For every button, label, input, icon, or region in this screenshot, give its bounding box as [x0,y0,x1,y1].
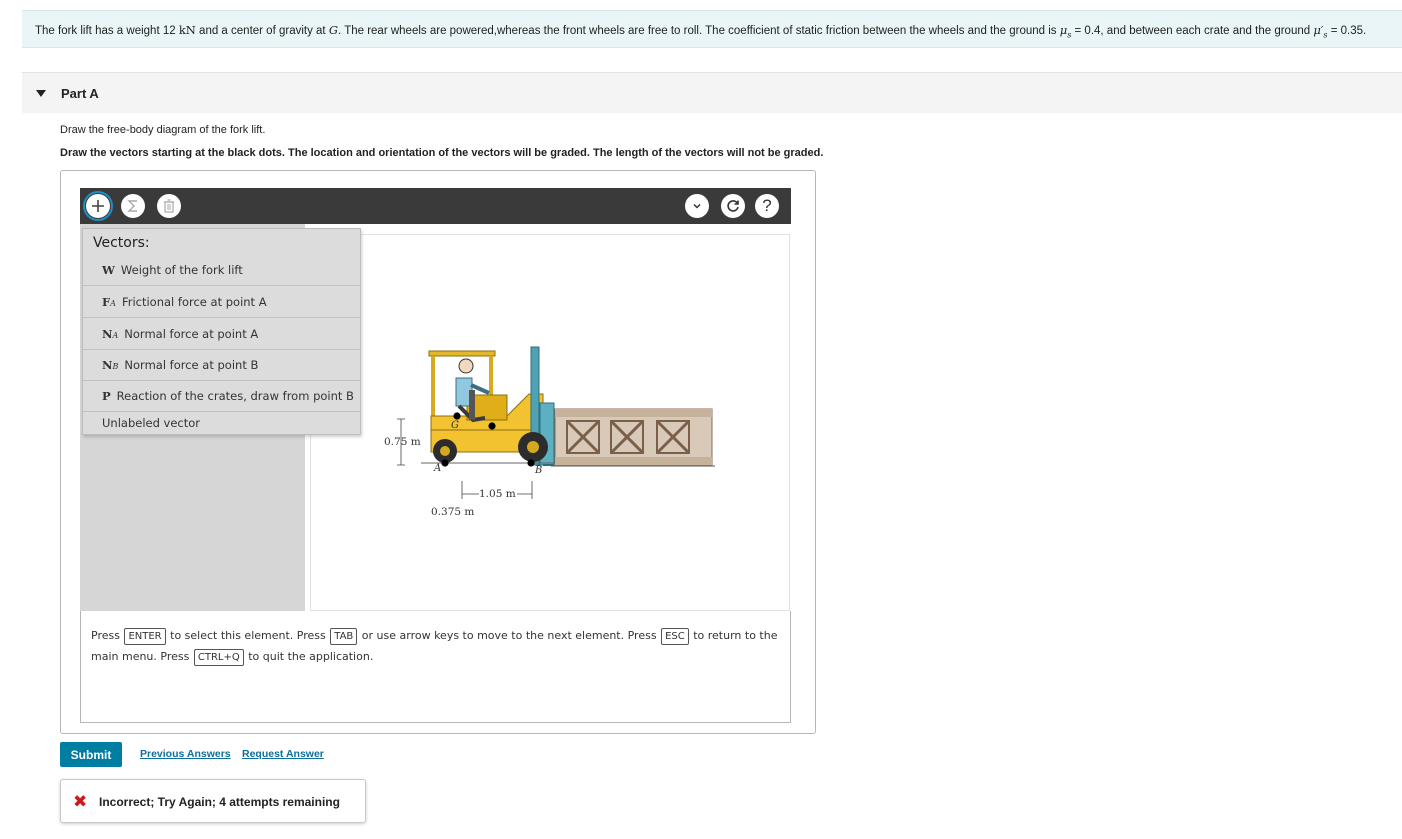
vector-option-w[interactable]: W Weight of the fork lift [83,255,360,286]
point-crate-contact-dot[interactable] [488,422,496,430]
submit-button[interactable]: Submit [60,742,122,767]
more-options-button[interactable] [685,194,709,218]
vector-option-na[interactable]: NA Normal force at point A [83,319,360,350]
reset-icon [727,200,739,212]
help-button[interactable]: ? [755,194,779,218]
label-b: B [534,465,542,476]
forklift-diagram: G A B 0.75 m 1.05 m 0.375 m [384,346,715,518]
reset-button[interactable] [721,194,745,218]
delete-button[interactable] [157,194,181,218]
vector-option-unlabeled[interactable]: Unlabeled vector [83,411,360,435]
unit-kn: kN [178,23,196,37]
point-g-dot[interactable] [453,412,461,420]
vector-label: Reaction of the crates, draw from point … [116,389,354,403]
vector-label: Normal force at point B [124,358,259,372]
crates-image [551,408,715,467]
collapse-triangle-icon[interactable] [36,90,46,97]
problem-text: and a center of gravity at [195,25,329,37]
problem-text: . The rear wheels are powered,whereas th… [338,25,1060,37]
vector-subscript: A [110,299,116,308]
vector-symbol: F [102,295,111,309]
vector-symbol: N [102,358,113,372]
vector-option-fa[interactable]: FA Frictional force at point A [83,287,360,318]
key-enter: ENTER [124,628,166,645]
chevron-down-icon [693,203,701,209]
vector-label: Normal force at point A [124,327,259,341]
problem-text: = 0.35. [1327,25,1367,37]
vector-option-nb[interactable]: NB Normal force at point B [83,350,360,381]
vectors-menu-title: Vectors: [93,235,150,251]
vector-symbol: W [102,263,115,277]
help-text: to quit the application. [244,650,374,663]
vectors-menu: Vectors: W Weight of the fork lift FA Fric… [82,228,361,435]
key-tab: TAB [330,628,358,645]
vector-symbol: N [102,327,113,341]
sigma-icon [127,200,137,212]
point-a-dot[interactable] [441,459,449,467]
label-g: G [451,420,459,431]
part-title: Part A [61,86,99,101]
dim-offset-label: 0.375 m [431,506,474,518]
drawing-toolbar: ? [80,188,791,224]
problem-text: = 0.4, and between each crate and the gr… [1071,25,1314,37]
error-x-icon: ✖ [73,792,88,811]
point-b-dot[interactable] [527,459,535,467]
problem-text: The fork lift has a weight 12 [35,25,179,37]
instruction-text: Draw the free-body diagram of the fork l… [60,124,266,136]
help-text: to select this element. Press [166,629,330,642]
vector-symbol: P [102,389,111,403]
part-a-header[interactable]: Part A [22,72,1402,113]
help-text: Press [91,629,124,642]
plus-icon [92,200,104,212]
vector-option-p[interactable]: P Reaction of the crates, draw from point… [83,381,360,412]
key-ctrl-q: CTRL+Q [193,649,244,666]
sigma-button[interactable] [121,194,145,218]
vector-subscript: A [112,331,119,340]
trash-icon [164,199,174,213]
feedback-text: Incorrect; Try Again; 4 attempts remaini… [99,795,340,809]
vector-subscript: B [112,362,119,371]
dim-height-label: 0.75 m [384,436,421,448]
dim-wheelbase-label: 1.05 m [479,488,516,500]
key-esc: ESC [661,628,689,645]
label-a: A [433,463,441,474]
add-vector-button[interactable] [83,191,113,221]
problem-statement: The fork lift has a weight 12 kN and a c… [22,10,1402,48]
keyboard-help: Press ENTER to select this element. Pres… [80,611,791,723]
help-text: or use arrow keys to move to the next el… [358,629,661,642]
previous-answers-link[interactable]: Previous Answers [140,748,231,760]
symbol-mu-prime-s: μ′ [1313,23,1324,37]
vector-label: Weight of the fork lift [120,263,243,277]
request-answer-link[interactable]: Request Answer [242,748,324,760]
drawing-canvas[interactable]: G A B 0.75 m 1.05 m 0.375 m [310,234,790,611]
vector-label: Frictional force at point A [121,295,267,309]
instruction-bold-text: Draw the vectors starting at the black d… [60,147,824,159]
forklift-image [421,346,555,466]
symbol-g: G [328,23,339,37]
feedback-box: ✖ Incorrect; Try Again; 4 attempts remai… [60,779,366,823]
